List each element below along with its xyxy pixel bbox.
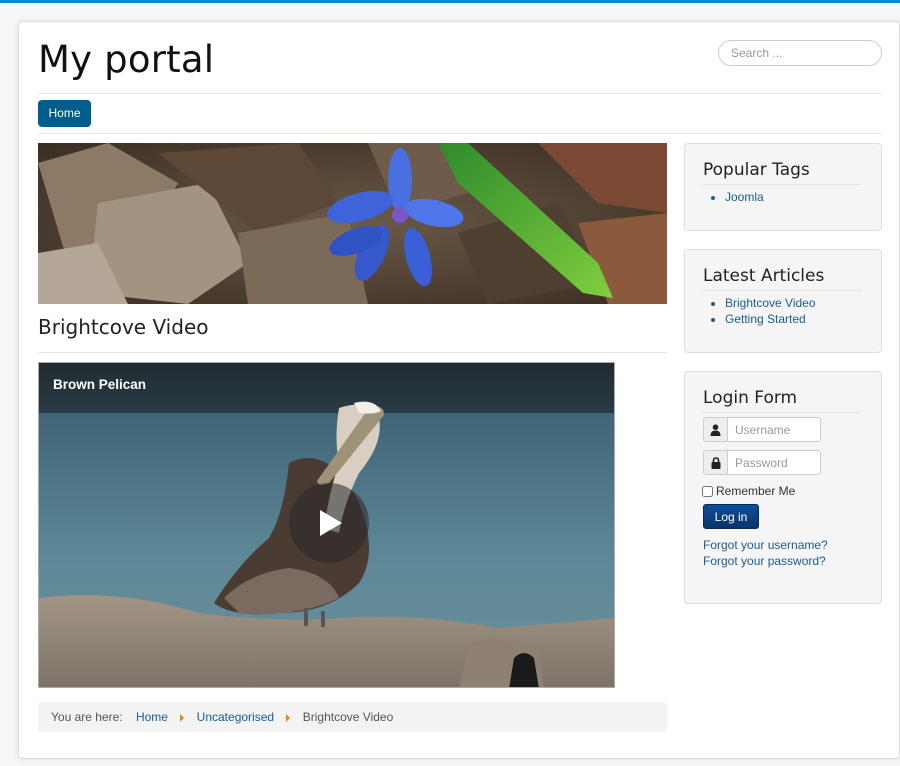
flower-image (38, 143, 667, 304)
list-item: Brightcove Video (725, 295, 816, 311)
login-button[interactable]: Log in (703, 504, 759, 529)
module-divider (703, 184, 861, 185)
breadcrumb: You are here: Home Uncategorised Brightc… (38, 702, 667, 732)
latest-articles-title: Latest Articles (703, 266, 825, 286)
popular-tags-module: Popular Tags Joomla (684, 143, 882, 231)
nav-item-home[interactable]: Home (38, 100, 91, 127)
login-form-module: Login Form Remember Me Log in Forgot you… (684, 371, 882, 604)
breadcrumb-prefix: You are here: (51, 710, 123, 724)
nav-divider (38, 133, 882, 134)
remember-me[interactable]: Remember Me (702, 484, 795, 498)
article-link-brightcove-video[interactable]: Brightcove Video (725, 296, 816, 310)
remember-me-label: Remember Me (716, 484, 796, 498)
forgot-username-link[interactable]: Forgot your username? (703, 538, 828, 552)
search-input[interactable] (718, 40, 882, 66)
breadcrumb-separator-icon (180, 714, 185, 722)
popular-tags-list: Joomla (725, 189, 764, 205)
username-input[interactable] (729, 418, 820, 441)
tag-link-joomla[interactable]: Joomla (725, 190, 764, 204)
latest-articles-module: Latest Articles Brightcove Video Getting… (684, 249, 882, 353)
remember-me-checkbox[interactable] (702, 485, 713, 497)
header-divider (38, 93, 882, 94)
user-icon (704, 418, 728, 441)
breadcrumb-current: Brightcove Video (302, 710, 394, 724)
article-title: Brightcove Video (38, 315, 209, 339)
list-item: Getting Started (725, 311, 816, 327)
video-player[interactable]: Brown Pelican (38, 362, 615, 688)
username-field-group (703, 417, 821, 442)
latest-articles-list: Brightcove Video Getting Started (725, 295, 816, 327)
article-divider (38, 352, 667, 353)
video-title: Brown Pelican (53, 377, 147, 392)
password-field-group (703, 450, 821, 475)
site-title[interactable]: My portal (38, 38, 214, 81)
module-divider (703, 412, 861, 413)
popular-tags-title: Popular Tags (703, 160, 810, 180)
breadcrumb-link-home[interactable]: Home (136, 710, 168, 724)
login-form-title: Login Form (703, 388, 798, 408)
article-hero-image (38, 143, 667, 304)
module-divider (703, 290, 861, 291)
article-link-getting-started[interactable]: Getting Started (725, 312, 806, 326)
top-accent-bar (0, 0, 900, 3)
breadcrumb-separator-icon (286, 714, 291, 722)
password-input[interactable] (729, 451, 820, 474)
page-container: My portal Home (18, 21, 900, 759)
list-item: Joomla (725, 189, 764, 205)
lock-icon (704, 451, 728, 474)
breadcrumb-link-uncategorised[interactable]: Uncategorised (197, 710, 274, 724)
play-icon[interactable] (289, 483, 369, 563)
forgot-password-link[interactable]: Forgot your password? (703, 554, 826, 568)
